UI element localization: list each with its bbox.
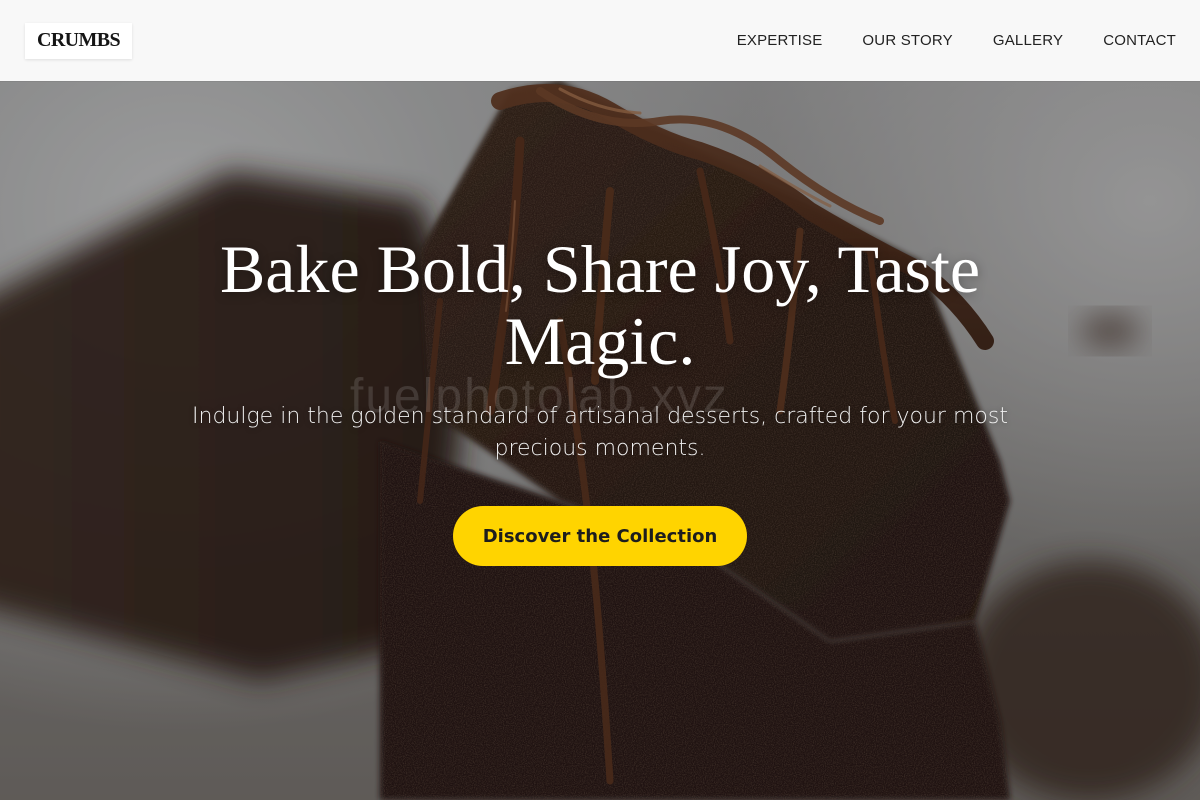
discover-collection-button[interactable]: Discover the Collection	[453, 506, 747, 566]
hero-title: Bake Bold, Share Joy, Taste Magic.	[219, 231, 981, 379]
nav-item-gallery[interactable]: GALLERY	[993, 32, 1063, 49]
nav-item-expertise[interactable]: EXPERTISE	[737, 32, 823, 49]
nav-item-our-story[interactable]: OUR STORY	[862, 32, 952, 49]
main-nav: EXPERTISE OUR STORY GALLERY CONTACT	[737, 32, 1176, 49]
nav-item-contact[interactable]: CONTACT	[1103, 32, 1176, 49]
logo[interactable]: CRUMBS	[25, 22, 133, 59]
landing-page: CRUMBS EXPERTISE OUR STORY GALLERY CONTA…	[0, 0, 1200, 800]
hero-subtitle: Indulge in the golden standard of artisa…	[192, 404, 1008, 461]
hero-section: Bake Bold, Share Joy, Taste Magic. Indul…	[0, 81, 1200, 800]
site-header: CRUMBS EXPERTISE OUR STORY GALLERY CONTA…	[0, 0, 1200, 81]
